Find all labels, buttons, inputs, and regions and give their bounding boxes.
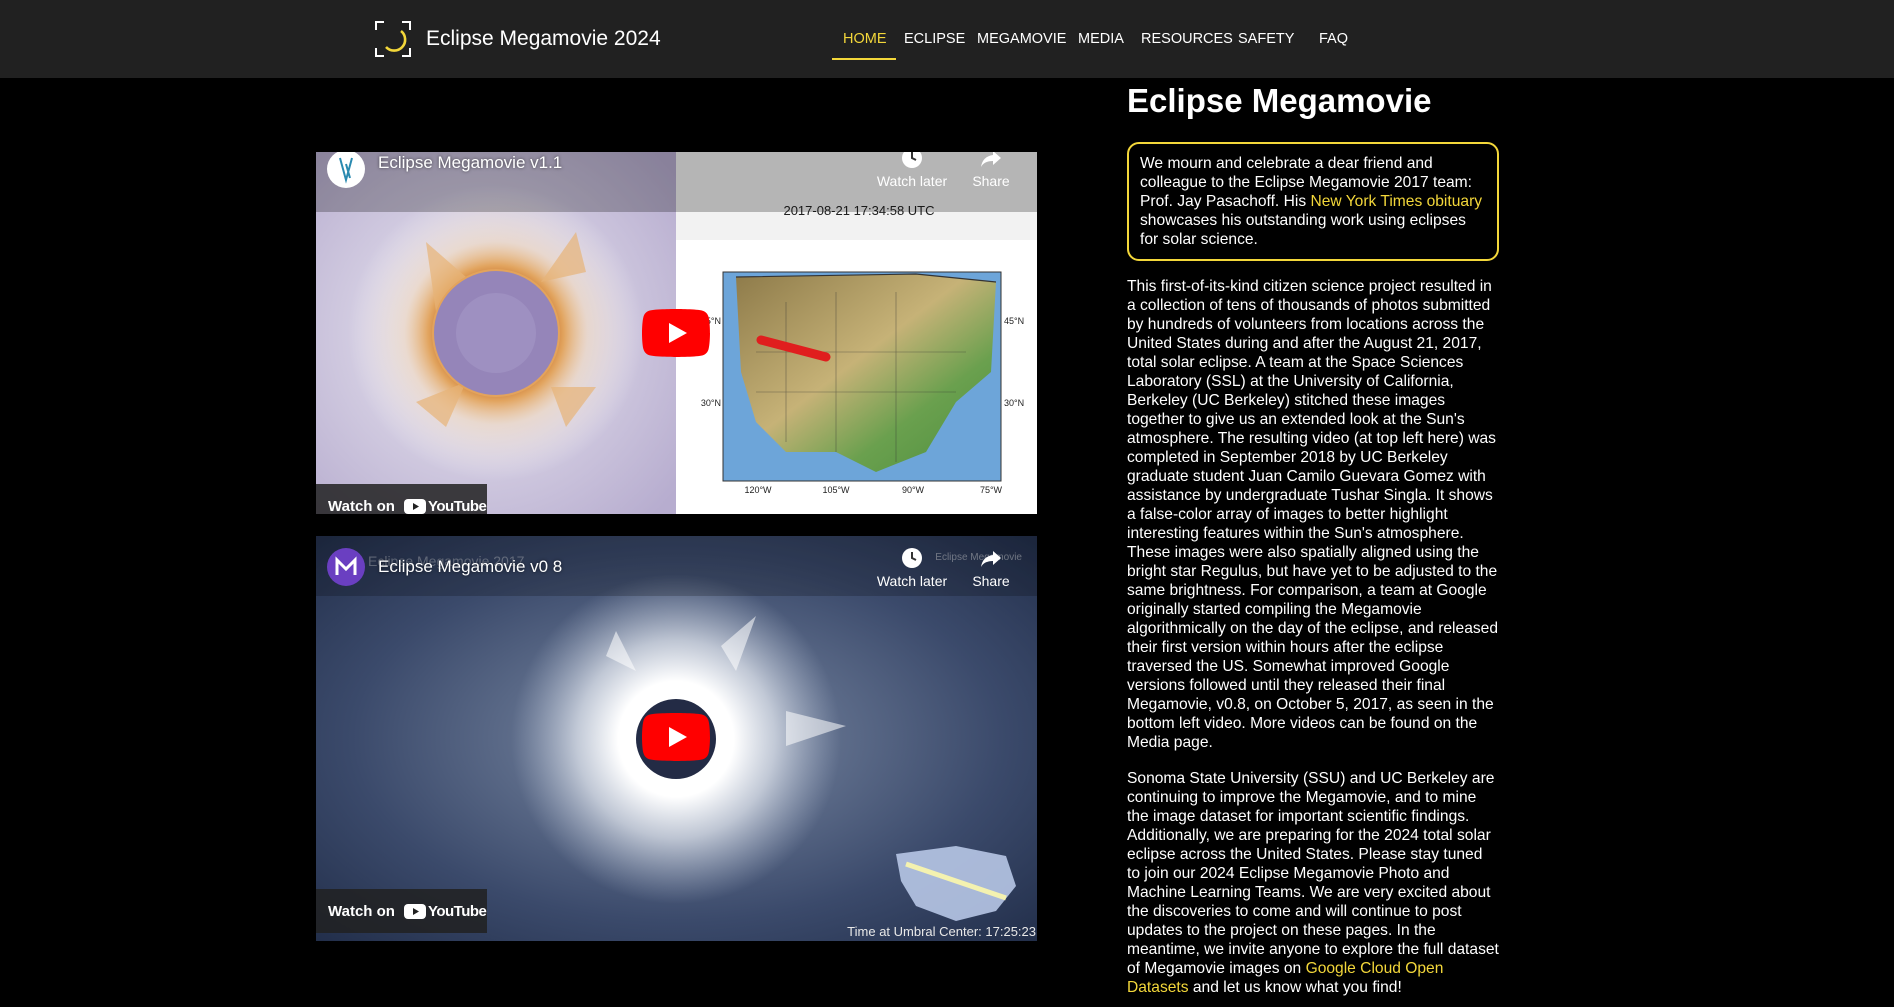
nav-media[interactable]: MEDIA (1078, 31, 1124, 47)
update-paragraph: Sonoma State University (SSU) and UC Ber… (1127, 769, 1499, 997)
video-title[interactable]: Eclipse Megamovie v1.1 (378, 153, 562, 173)
map-lon-label: 120°W (744, 485, 772, 495)
site-title: Eclipse Megamovie 2024 (426, 27, 661, 50)
channel-avatar[interactable] (327, 548, 365, 586)
nav-resources[interactable]: RESOURCES (1141, 31, 1233, 47)
watch-later-label: Watch later (876, 573, 948, 589)
video-embed-megamovie-v1-1[interactable]: 2017-08-21 17:34:58 UTC 45°N 30°N 45°N 3… (316, 152, 1037, 514)
youtube-play-icon[interactable] (642, 713, 710, 761)
top-navbar: Eclipse Megamovie 2024 HOME ECLIPSE MEGA… (0, 0, 1894, 78)
nav-faq[interactable]: FAQ (1319, 31, 1348, 47)
watch-later-button[interactable]: Watch later (874, 152, 950, 189)
active-nav-underline (832, 58, 896, 60)
watch-on-label: Watch on (328, 497, 395, 515)
update-text: and let us know what you find! (1188, 979, 1402, 996)
umbral-time-label: Time at Umbral Center: 17:25:23 (847, 924, 1036, 939)
intro-paragraph: This first-of-its-kind citizen science p… (1127, 278, 1499, 751)
youtube-wordmark: YouTube (427, 497, 487, 515)
page-title: Eclipse Megamovie (1127, 82, 1432, 119)
nav-safety[interactable]: SAFETY (1238, 31, 1294, 47)
map-lat-label: 45°N (1004, 316, 1024, 326)
update-text: Sonoma State University (SSU) and UC Ber… (1127, 770, 1499, 977)
youtube-play-icon[interactable] (642, 309, 710, 357)
clock-icon (902, 152, 922, 168)
memorial-notice: We mourn and celebrate a dear friend and… (1127, 142, 1499, 261)
share-button[interactable]: Share (968, 152, 1014, 189)
share-label: Share (972, 573, 1010, 589)
youtube-logo-icon (403, 498, 426, 514)
share-label: Share (972, 173, 1010, 189)
map-lon-label: 105°W (822, 485, 850, 495)
watch-later-label: Watch later (876, 173, 948, 189)
clock-icon (902, 548, 922, 568)
video-title[interactable]: Eclipse Megamovie v0 8 (378, 557, 562, 577)
brand[interactable]: Eclipse Megamovie 2024 (374, 20, 661, 58)
channel-avatar[interactable] (327, 152, 365, 188)
nyt-obituary-link[interactable]: New York Times obituary (1310, 193, 1482, 210)
youtube-logo: YouTube (403, 902, 487, 920)
watch-later-button[interactable]: Watch later (874, 546, 950, 589)
nav-eclipse[interactable]: ECLIPSE (904, 31, 965, 47)
watch-on-label: Watch on (328, 902, 395, 920)
map-lat-label: 30°N (1004, 398, 1024, 408)
share-arrow-icon (981, 152, 1001, 167)
map-lon-label: 75°W (980, 485, 1003, 495)
eclipse-logo-icon (374, 20, 412, 58)
youtube-wordmark: YouTube (427, 902, 487, 920)
nav-megamovie[interactable]: MEGAMOVIE (977, 31, 1066, 47)
watch-on-youtube-button[interactable]: Watch on YouTube (316, 889, 487, 933)
youtube-logo-icon (403, 903, 426, 919)
video-embed-megamovie-v0-8[interactable]: Time at Umbral Center: 17:25:23 Eclipse … (316, 536, 1037, 941)
watch-on-youtube-button[interactable]: Watch on YouTube (316, 484, 487, 514)
youtube-logo: YouTube (403, 497, 487, 515)
share-button[interactable]: Share (968, 546, 1014, 589)
map-lat-label: 30°N (701, 398, 721, 408)
notice-text: showcases his outstanding work using ecl… (1140, 212, 1466, 248)
nav-home[interactable]: HOME (843, 31, 887, 47)
share-arrow-icon (981, 551, 1001, 567)
map-lon-label: 90°W (902, 485, 925, 495)
